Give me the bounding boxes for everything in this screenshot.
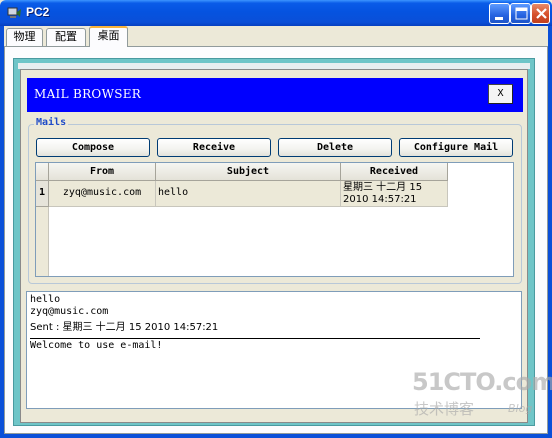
column-header-subject[interactable]: Subject: [156, 163, 341, 181]
mail-browser-title: MAIL BROWSER: [34, 87, 142, 101]
preview-separator: [30, 338, 480, 339]
delete-button[interactable]: Delete: [278, 138, 392, 157]
minimize-icon: [495, 17, 503, 20]
compose-button[interactable]: Compose: [36, 138, 150, 157]
maximize-button[interactable]: [510, 3, 531, 24]
window-frame-bottom: [0, 434, 552, 438]
watermark-subtitle: 技术博客: [414, 400, 475, 418]
column-header-from[interactable]: From: [49, 163, 156, 181]
tab-physical[interactable]: 物理: [6, 28, 43, 46]
preview-sent: Sent : 星期三 十二月 15 2010 14:57:21: [30, 322, 219, 333]
configure-mail-button[interactable]: Configure Mail: [399, 138, 513, 157]
tab-desktop[interactable]: 桌面: [89, 26, 128, 47]
table-corner-header: [36, 163, 49, 181]
preview-body: Welcome to use e-mail!: [30, 340, 163, 351]
column-header-received[interactable]: Received: [341, 163, 448, 181]
window-title: PC2: [26, 5, 50, 19]
close-icon: [536, 8, 547, 19]
watermark-logo-text: 51CTO.com: [412, 368, 552, 396]
preview-subject: hello: [30, 294, 61, 305]
pc-app-icon: [7, 7, 21, 18]
receive-button[interactable]: Receive: [157, 138, 271, 157]
mail-browser-header: MAIL BROWSER: [27, 78, 523, 112]
close-window-button[interactable]: [531, 3, 550, 24]
tab-config[interactable]: 配置: [46, 28, 86, 46]
row-number[interactable]: 1: [36, 181, 49, 207]
table-cell-received[interactable]: 星期三 十二月 15 2010 14:57:21: [341, 181, 448, 207]
received-date-line: 星期三 十二月 15: [343, 182, 423, 193]
table-cell-from[interactable]: zyq@music.com: [49, 181, 156, 207]
mail-close-button[interactable]: X: [488, 84, 513, 104]
preview-from: zyq@music.com: [30, 306, 109, 317]
window-title-bar[interactable]: PC2: [0, 0, 552, 26]
mails-group-label: Mails: [34, 117, 69, 128]
maximize-icon: [515, 7, 528, 20]
minimize-button[interactable]: [489, 3, 510, 24]
received-time-line: 2010 14:57:21: [343, 194, 417, 205]
watermark-blog: Blog: [508, 402, 533, 415]
table-cell-subject[interactable]: hello: [156, 181, 341, 207]
